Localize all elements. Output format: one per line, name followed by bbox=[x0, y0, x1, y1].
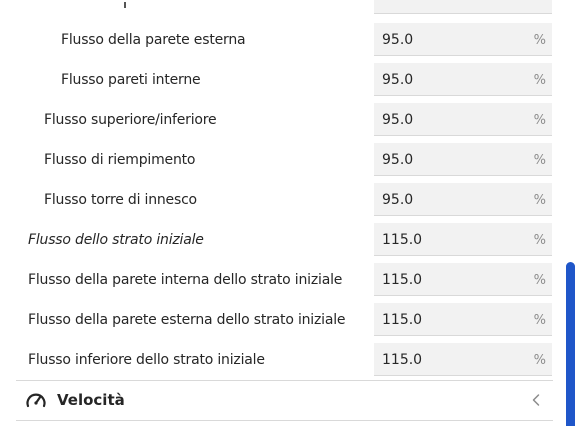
setting-row-top-bottom-flow: Flusso superiore/inferiore 95.0 % bbox=[0, 103, 560, 137]
partial-setting-field[interactable] bbox=[374, 0, 552, 14]
setting-value: 95.0 bbox=[382, 192, 414, 208]
setting-value-field[interactable]: 115.0 % bbox=[374, 303, 552, 336]
setting-value-field[interactable]: 95.0 % bbox=[374, 143, 552, 176]
scrollbar-thumb[interactable] bbox=[566, 262, 575, 426]
setting-value: 95.0 bbox=[382, 152, 414, 168]
unit-label: % bbox=[533, 73, 546, 88]
setting-row-initial-layer-flow: Flusso dello strato iniziale 115.0 % bbox=[0, 223, 560, 257]
setting-row-infill-flow: Flusso di riempimento 95.0 % bbox=[0, 143, 560, 177]
unit-label: % bbox=[533, 233, 546, 248]
unit-label: % bbox=[533, 33, 546, 48]
unit-label: % bbox=[533, 273, 546, 288]
unit-label: % bbox=[533, 353, 546, 368]
setting-value: 115.0 bbox=[382, 232, 423, 248]
setting-value-field[interactable]: 115.0 % bbox=[374, 263, 552, 296]
partial-row-marker bbox=[124, 2, 126, 8]
setting-value-field[interactable]: 95.0 % bbox=[374, 23, 552, 56]
settings-panel: Flusso della parete esterna 95.0 % Fluss… bbox=[0, 0, 587, 426]
section-header-speed[interactable]: Velocità bbox=[16, 381, 553, 419]
setting-value: 95.0 bbox=[382, 32, 414, 48]
setting-label: Flusso pareti interne bbox=[61, 72, 201, 88]
section-title: Velocità bbox=[57, 391, 125, 409]
setting-label: Flusso della parete interna dello strato… bbox=[28, 272, 343, 288]
speedometer-icon bbox=[26, 393, 46, 408]
setting-value-field[interactable]: 95.0 % bbox=[374, 183, 552, 216]
setting-label: Flusso inferiore dello strato iniziale bbox=[28, 352, 265, 368]
setting-row-inner-wall-flow: Flusso pareti interne 95.0 % bbox=[0, 63, 560, 97]
setting-row-outer-wall-flow: Flusso della parete esterna 95.0 % bbox=[0, 23, 560, 57]
setting-value: 115.0 bbox=[382, 272, 423, 288]
setting-row-initial-layer-outer-wall-flow: Flusso della parete esterna dello strato… bbox=[0, 303, 560, 337]
setting-value: 95.0 bbox=[382, 112, 414, 128]
setting-value-field[interactable]: 95.0 % bbox=[374, 103, 552, 136]
setting-value-field[interactable]: 95.0 % bbox=[374, 63, 552, 96]
unit-label: % bbox=[533, 313, 546, 328]
setting-row-prime-tower-flow: Flusso torre di innesco 95.0 % bbox=[0, 183, 560, 217]
setting-value-field[interactable]: 115.0 % bbox=[374, 223, 552, 256]
setting-value-field[interactable]: 115.0 % bbox=[374, 343, 552, 376]
unit-label: % bbox=[533, 113, 546, 128]
unit-label: % bbox=[533, 153, 546, 168]
setting-label: Flusso della parete esterna bbox=[61, 32, 246, 48]
setting-value: 115.0 bbox=[382, 312, 423, 328]
setting-value: 95.0 bbox=[382, 72, 414, 88]
setting-row-initial-layer-inner-wall-flow: Flusso della parete interna dello strato… bbox=[0, 263, 560, 297]
section-divider-bottom bbox=[16, 420, 553, 421]
setting-value: 115.0 bbox=[382, 352, 423, 368]
unit-label: % bbox=[533, 193, 546, 208]
chevron-left-icon[interactable] bbox=[531, 392, 541, 408]
setting-label: Flusso torre di innesco bbox=[44, 192, 197, 208]
setting-label: Flusso di riempimento bbox=[44, 152, 196, 168]
setting-label: Flusso della parete esterna dello strato… bbox=[28, 312, 346, 328]
setting-row-initial-layer-bottom-flow: Flusso inferiore dello strato iniziale 1… bbox=[0, 343, 560, 377]
setting-label: Flusso superiore/inferiore bbox=[44, 112, 217, 128]
setting-label: Flusso dello strato iniziale bbox=[28, 232, 204, 248]
